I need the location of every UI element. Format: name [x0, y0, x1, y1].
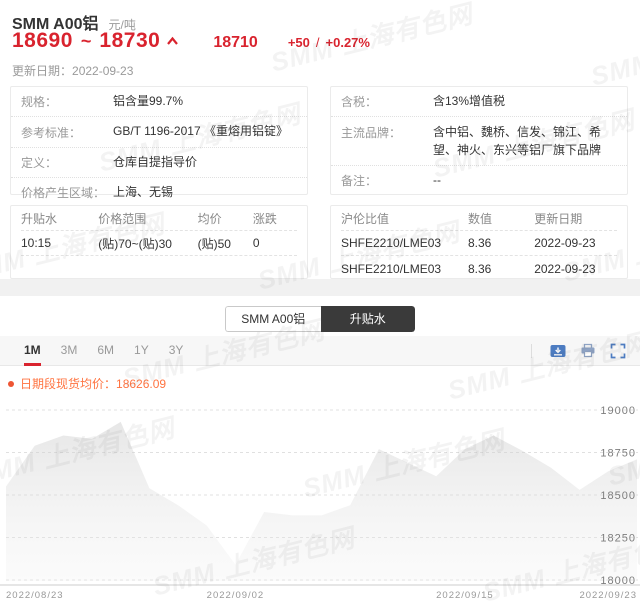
- table-row: 10:15 (贴)70~(贴)30 (贴)50 0: [21, 231, 297, 256]
- table-row: 规格： 铝含量99.7%: [11, 87, 307, 118]
- table-row: 备注： --: [331, 166, 627, 195]
- tax-brand-info-table: 含税： 含13%增值税 主流品牌： 含中铝、魏桥、信发、锦江、希望、神火、东兴等…: [330, 86, 628, 195]
- range-tab-3m[interactable]: 3M: [61, 336, 78, 366]
- row-label: 备注：: [341, 174, 378, 189]
- svg-text:18750: 18750: [600, 448, 636, 460]
- svg-text:18500: 18500: [600, 490, 636, 502]
- row-value: 含13%增值税: [433, 94, 506, 108]
- premium-discount-table: 升贴水 价格范围 均价 涨跌 10:15 (贴)70~(贴)30 (贴)50 0: [10, 205, 308, 279]
- page: SMM 上海有色网 SMM 上海有色网 SMM 上海有色网 SMM 上海有色网 …: [0, 0, 640, 614]
- price-average: 18710: [213, 34, 258, 51]
- price-change: +50: [287, 35, 310, 50]
- svg-text:2022/09/23: 2022/09/23: [579, 590, 637, 601]
- fullscreen-icon[interactable]: [610, 343, 626, 359]
- row-label: 价格产生区域：: [21, 186, 106, 201]
- column-header: 更新日期: [534, 211, 583, 226]
- legend-item-spot-average[interactable]: 日期段现货均价： 18626.09: [8, 375, 640, 392]
- cell-average: (贴)50: [197, 236, 231, 251]
- row-label: 主流品牌：: [341, 126, 402, 141]
- price-change-separator: /: [315, 35, 320, 50]
- spec-info-table: 规格： 铝含量99.7% 参考标准： GB/T 1196-2017 《重熔用铝锭…: [10, 86, 308, 200]
- update-date-label: 更新日期：: [12, 64, 73, 78]
- row-value: 铝含量99.7%: [113, 94, 184, 108]
- row-value: --: [433, 173, 441, 188]
- price-row: 18690 ~ 18730 18710 +50 / +0.27%: [12, 29, 370, 53]
- row-value: GB/T 1196-2017 《重熔用铝锭》: [113, 124, 288, 139]
- cell-price-range: (贴)70~(贴)30: [98, 236, 172, 251]
- price-change-percent: +0.27%: [325, 35, 370, 50]
- range-tab-1m[interactable]: 1M: [24, 336, 41, 366]
- cell-time: 10:15: [21, 236, 52, 250]
- column-header: 数值: [467, 211, 492, 226]
- column-header: 升贴水: [21, 211, 58, 226]
- table-row: 价格产生区域： 上海、无锡: [11, 178, 307, 207]
- table-row: SHFE2210/LME03 8.36 2022-09-23: [341, 231, 617, 256]
- price-range-tilde: ~: [80, 31, 92, 51]
- range-tab-1y[interactable]: 1Y: [134, 336, 149, 366]
- table-row: 参考标准： GB/T 1196-2017 《重熔用铝锭》: [11, 117, 307, 148]
- svg-text:2022/09/15: 2022/09/15: [436, 590, 494, 601]
- row-label: 参考标准：: [21, 125, 82, 140]
- range-tab-6m[interactable]: 6M: [97, 336, 114, 366]
- shfe-lme-ratio-table: 沪伦比值 数值 更新日期 SHFE2210/LME03 8.36 2022-09…: [330, 205, 628, 279]
- chart-toolbar: 1M 3M 6M 1Y 3Y: [0, 336, 640, 366]
- svg-text:2022/08/23: 2022/08/23: [6, 590, 64, 601]
- table-row: 定义： 仓库自提指导价: [11, 148, 307, 179]
- cell-contract: SHFE2210/LME03: [341, 261, 442, 276]
- cell-date: 2022-09-23: [534, 236, 596, 250]
- cell-ratio: 8.36: [467, 236, 492, 250]
- cell-change: 0: [252, 236, 260, 250]
- chart-card: 1M 3M 6M 1Y 3Y 日期段现货均价： 18626.09 19000 1…: [0, 336, 640, 614]
- cell-contract: SHFE2210/LME03: [341, 236, 442, 250]
- update-date-value: 2022-09-23: [72, 64, 134, 78]
- tab-smm-a00-al[interactable]: SMM A00铝: [225, 306, 321, 332]
- table-header-row: 沪伦比值 数值 更新日期: [341, 206, 617, 231]
- cell-date: 2022-09-23: [534, 261, 596, 276]
- price-low: 18690: [12, 29, 73, 52]
- toolbar-divider: [531, 343, 532, 358]
- column-header: 涨跌: [252, 211, 277, 226]
- print-icon[interactable]: [580, 343, 596, 358]
- table-header-row: 升贴水 价格范围 均价 涨跌: [21, 206, 297, 231]
- chart-tab-bar: SMM A00铝 升贴水: [0, 296, 640, 336]
- cell-ratio: 8.36: [467, 261, 492, 276]
- column-header: 沪伦比值: [341, 211, 390, 226]
- row-value: 上海、无锡: [113, 185, 174, 200]
- svg-text:18000: 18000: [600, 575, 636, 587]
- legend-marker: [8, 380, 14, 387]
- row-value: 含中铝、魏桥、信发、锦江、希望、神火、东兴等铝厂旗下品牌: [433, 125, 602, 157]
- legend-value: 18626.09: [116, 376, 167, 391]
- chart-tools: [531, 343, 626, 359]
- section-divider: [0, 279, 640, 296]
- column-header: 均价: [197, 211, 222, 226]
- table-row: 主流品牌： 含中铝、魏桥、信发、锦江、希望、神火、东兴等铝厂旗下品牌: [331, 117, 627, 167]
- row-value: 仓库自提指导价: [113, 154, 198, 169]
- table-row: SHFE2210/LME03 8.36 2022-09-23: [341, 256, 617, 281]
- svg-text:18250: 18250: [600, 533, 636, 545]
- table-row: 含税： 含13%增值税: [331, 87, 627, 118]
- update-date-row: 更新日期：2022-09-23: [12, 62, 133, 79]
- column-header: 价格范围: [98, 211, 147, 226]
- row-label: 含税：: [341, 95, 378, 110]
- svg-text:2022/09/02: 2022/09/02: [207, 590, 265, 601]
- save-image-icon[interactable]: [550, 344, 566, 358]
- row-label: 定义：: [21, 155, 58, 170]
- range-tab-3y[interactable]: 3Y: [169, 336, 184, 366]
- price-high: 18730: [99, 29, 161, 52]
- price-trend-chart[interactable]: 19000 18750 18500 18250 18000 2022/08/23 2022/…: [0, 394, 640, 608]
- row-label: 规格：: [21, 95, 58, 110]
- svg-text:19000: 19000: [600, 405, 636, 417]
- watermark: SMM 上海有色网: [587, 12, 640, 92]
- legend-label: 日期段现货均价：: [20, 377, 117, 391]
- time-range-tabs: 1M 3M 6M 1Y 3Y: [14, 336, 193, 366]
- price-up-icon: [167, 36, 179, 45]
- tab-premium-discount[interactable]: 升贴水: [320, 306, 415, 332]
- tab-group: SMM A00铝 升贴水: [225, 306, 415, 332]
